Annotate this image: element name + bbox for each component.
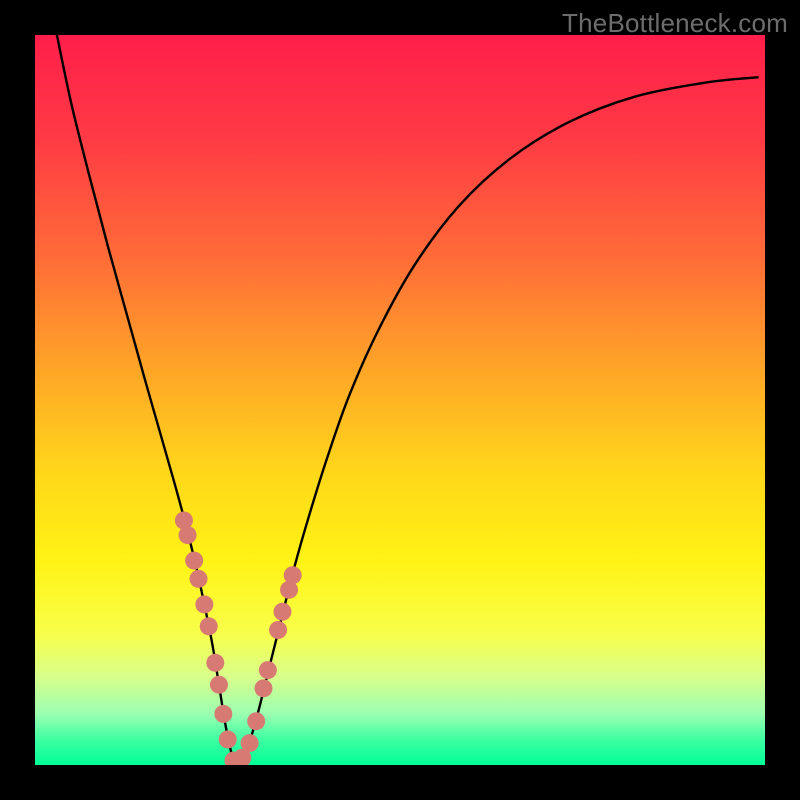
chart-frame: TheBottleneck.com	[0, 0, 800, 800]
marker-point	[247, 712, 265, 730]
marker-point	[254, 679, 272, 697]
marker-point	[195, 595, 213, 613]
marker-point	[259, 661, 277, 679]
marker-point	[200, 617, 218, 635]
marker-point	[210, 676, 228, 694]
marker-point	[241, 734, 259, 752]
marker-point	[284, 566, 302, 584]
bottleneck-curve	[57, 35, 758, 763]
curve-overlay	[35, 35, 765, 765]
plot-area	[35, 35, 765, 765]
marker-point	[190, 570, 208, 588]
marker-point	[269, 621, 287, 639]
highlight-markers	[175, 511, 302, 765]
marker-point	[185, 552, 203, 570]
marker-point	[206, 654, 224, 672]
marker-point	[214, 705, 232, 723]
marker-point	[219, 730, 237, 748]
marker-point	[273, 603, 291, 621]
marker-point	[179, 526, 197, 544]
